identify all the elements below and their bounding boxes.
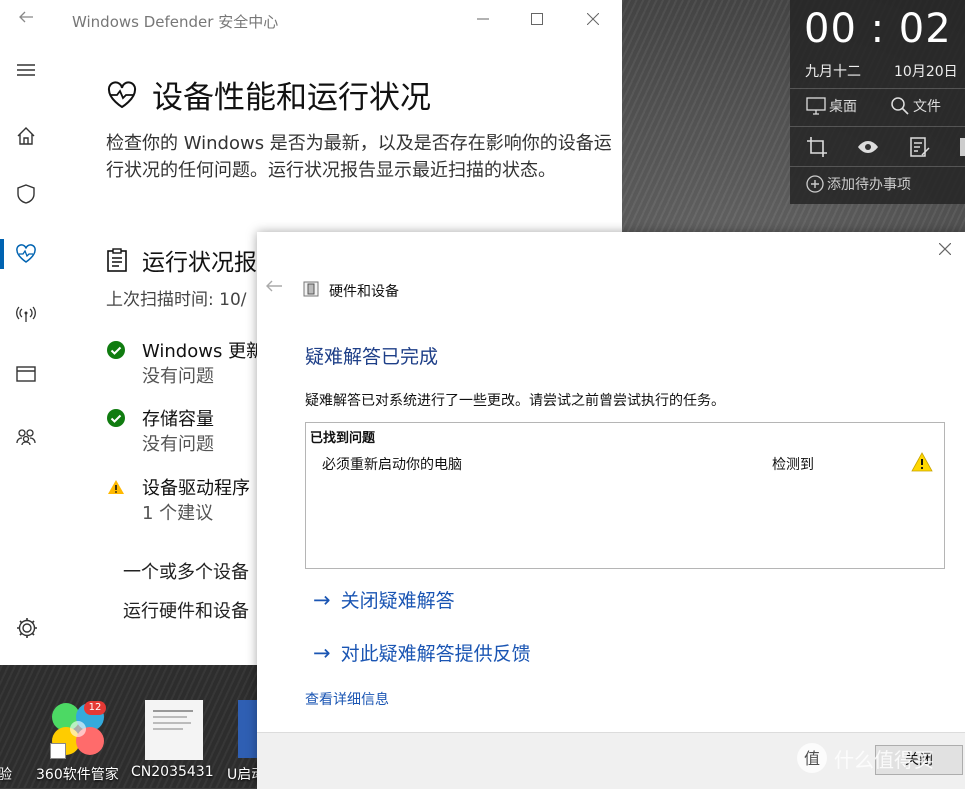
browser-icon: [16, 366, 36, 382]
status-name: Windows 更新: [142, 341, 265, 362]
sidebar-item-firewall[interactable]: [0, 294, 52, 334]
close-icon: [586, 12, 600, 26]
desktop-button[interactable]: 桌面: [806, 96, 857, 116]
monitor-icon: [806, 97, 826, 115]
page-title: 设备性能和运行状况: [152, 80, 431, 116]
problem-name: 必须重新启动你的电脑: [322, 457, 462, 473]
back-arrow-icon: [266, 280, 282, 292]
clock-time: 00 : 02: [804, 6, 952, 52]
home-icon: [17, 127, 35, 145]
link-label: 关闭疑难解答: [340, 590, 455, 612]
divider: [790, 166, 965, 167]
dialog-back-button[interactable]: [265, 278, 283, 298]
desktop-icon-360[interactable]: 12: [48, 697, 110, 763]
search-icon: [891, 97, 909, 115]
status-detail: 1 个建议: [142, 503, 214, 524]
view-details-link[interactable]: 查看详细信息: [305, 689, 389, 709]
dialog-close-button[interactable]: [935, 240, 955, 260]
problem-status: 检测到: [772, 457, 814, 473]
gear-icon: [17, 618, 37, 638]
arrow-right-icon: →: [313, 640, 331, 665]
heart-pulse-icon: [107, 81, 137, 108]
sidebar-item-family[interactable]: [0, 416, 52, 456]
section-header: 运行状况报: [106, 243, 257, 277]
maximize-icon: [531, 13, 543, 25]
dialog-app-title: 硬件和设备: [329, 284, 399, 300]
feedback-link[interactable]: → 对此疑难解答提供反馈: [313, 639, 531, 666]
sidebar-item-virus-protection[interactable]: [0, 174, 52, 214]
troubleshooter-dialog: 硬件和设备 疑难解答已完成 疑难解答已对系统进行了一些更改。请尝试之前曾尝试执行…: [257, 232, 965, 789]
status-detail: 没有问题: [142, 366, 214, 387]
watermark: 值 什么值得买: [796, 742, 934, 774]
desktop-icon-label[interactable]: CN2035431: [131, 764, 214, 780]
menu-button[interactable]: [0, 50, 52, 90]
note-edit-icon[interactable]: [909, 136, 931, 158]
clipboard-icon: [107, 248, 127, 272]
lunar-date: 九月十二: [805, 64, 861, 80]
maximize-button[interactable]: [524, 8, 550, 32]
hardware-icon: [303, 281, 319, 297]
arrow-right-icon: →: [313, 587, 331, 612]
driver-recommendation-text: 一个或多个设备: [123, 562, 249, 583]
calendar-date: 10月20日: [894, 64, 958, 80]
svg-text:值: 值: [804, 749, 820, 768]
check-circle-icon: [107, 409, 125, 427]
window-title: Windows Defender 安全中心: [72, 13, 279, 31]
document-thumbnail-icon[interactable]: [145, 700, 203, 760]
clock-widget: 00 : 02 九月十二 10月20日 桌面 文件 添加待办事项: [790, 0, 965, 204]
close-troubleshooter-link[interactable]: → 关闭疑难解答: [313, 586, 455, 613]
family-icon: [16, 429, 36, 446]
status-detail: 没有问题: [142, 434, 214, 455]
link-label: 对此疑难解答提供反馈: [340, 643, 531, 665]
divider: [790, 126, 965, 127]
section-title: 运行状况报: [142, 250, 257, 276]
close-icon: [938, 242, 952, 256]
problems-list: 已找到问题 必须重新启动你的电脑 检测到: [305, 422, 945, 569]
status-name: 存储容量: [142, 409, 214, 430]
title-bar: Windows Defender 安全中心: [0, 0, 622, 40]
desktop-icon-label[interactable]: 验: [0, 764, 12, 784]
shield-icon: [17, 184, 35, 204]
page-description: 检查你的 Windows 是否为最新，以及是否存在影响你的设备运行状况的任何问题…: [106, 133, 612, 181]
sidebar-item-device-health[interactable]: [0, 234, 52, 274]
settings-button[interactable]: [14, 615, 40, 641]
heart-icon: [16, 244, 36, 263]
antenna-icon: [16, 306, 36, 322]
problems-header: 已找到问题: [310, 431, 376, 446]
warning-icon: [108, 480, 124, 494]
dialog-heading: 疑难解答已完成: [305, 346, 439, 368]
minimize-button[interactable]: [470, 8, 496, 32]
file-search-button[interactable]: 文件: [890, 96, 941, 116]
run-troubleshooter-text[interactable]: 运行硬件和设备: [123, 597, 249, 623]
sidebar-item-home[interactable]: [0, 116, 52, 156]
notification-badge: 12: [84, 701, 106, 715]
crop-icon[interactable]: [806, 136, 828, 158]
plus-circle-icon: [806, 175, 824, 193]
more-tools-indicator: [960, 138, 965, 156]
back-arrow-icon: [19, 11, 33, 23]
add-todo-label: 添加待办事项: [827, 177, 911, 193]
eye-icon[interactable]: [857, 136, 879, 158]
check-circle-icon: [107, 341, 125, 359]
menu-icon: [17, 64, 35, 76]
status-name: 设备驱动程序: [142, 478, 250, 499]
desktop-label: 桌面: [829, 99, 857, 115]
shortcut-arrow-icon: [50, 743, 66, 759]
desktop-icon-label[interactable]: 360软件管家: [36, 764, 119, 784]
file-label: 文件: [913, 99, 941, 115]
page-header: 设备性能和运行状况: [106, 72, 431, 117]
minimize-icon: [477, 18, 489, 20]
dialog-description: 疑难解答已对系统进行了一些更改。请尝试之前曾尝试执行的任务。: [305, 393, 725, 409]
divider: [790, 88, 965, 89]
sidebar-item-app-browser[interactable]: [0, 354, 52, 394]
watermark-text: 什么值得买: [834, 747, 934, 772]
add-todo-button[interactable]: 添加待办事项: [806, 174, 911, 194]
watermark-logo-icon: 值: [797, 743, 827, 773]
back-button[interactable]: [14, 8, 38, 32]
last-scan-time: 上次扫描时间: 10/: [106, 290, 247, 310]
close-button[interactable]: [580, 8, 606, 32]
warning-icon: [911, 452, 933, 472]
